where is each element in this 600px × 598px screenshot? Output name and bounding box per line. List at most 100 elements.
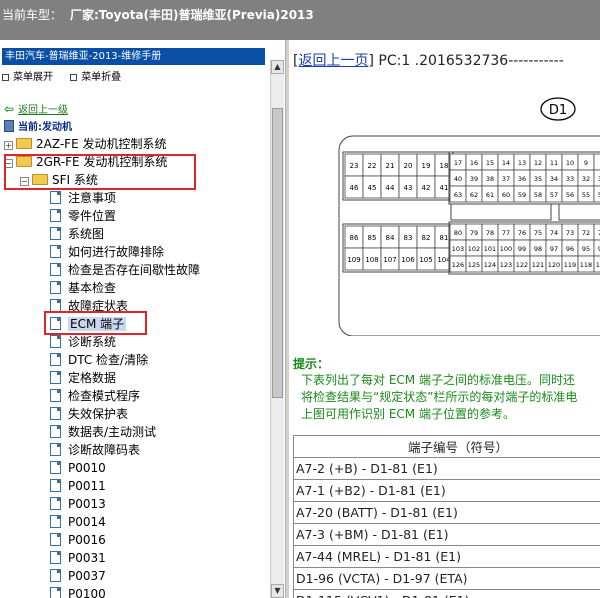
table-cell: A7-20 (BATT) - D1-81 (E1) — [293, 501, 600, 524]
document-icon — [50, 371, 61, 384]
tree-item[interactable]: 诊断系统 — [50, 333, 116, 351]
tree-item-label: 失效保护表 — [68, 407, 129, 421]
tree-item[interactable]: 数据表/主动测试 — [50, 423, 156, 441]
connector-label: D1 — [549, 103, 567, 118]
pin-number: 126 — [452, 261, 464, 269]
pin-number: 37 — [502, 175, 510, 183]
pin-number: 78 — [486, 229, 494, 237]
back-arrow-icon: ⇦ — [4, 102, 15, 116]
tree-item[interactable]: 检查模式程序 — [50, 387, 140, 405]
pin-number: 21 — [386, 162, 395, 170]
pin-number: 86 — [350, 234, 359, 242]
pin-number: 100 — [500, 245, 512, 253]
tree-item[interactable]: 基本检查 — [50, 279, 116, 297]
tree-item-label: 系统图 — [68, 227, 105, 241]
tip-line: 上图可用作识别 ECM 端子位置的参考。 — [301, 407, 515, 421]
document-icon — [50, 209, 61, 222]
tree-item[interactable]: P0031 — [50, 549, 106, 567]
page-header: [返回上一页] PC:1 .2016532736----------- — [293, 53, 564, 69]
tree-item-label: P0031 — [68, 551, 106, 565]
pin-number: 105 — [419, 256, 432, 264]
pin-number: 39 — [470, 175, 478, 183]
terminal-table: 端子编号（符号） A7-2 (+B) - D1-81 (E1) A7-1 (+B2… — [293, 435, 600, 598]
tree-item[interactable]: P0010 — [50, 459, 106, 477]
tip-title: 提示： — [293, 357, 330, 371]
table-cell: A7-44 (MREL) - D1-81 (E1) — [293, 545, 600, 568]
pin-number: 75 — [534, 229, 542, 237]
table-cell: D1-115 (VCV1) - D1-81 (E1) — [293, 589, 600, 598]
pin-number: 98 — [534, 245, 542, 253]
expand-all-button[interactable]: 菜单展开 — [2, 72, 53, 83]
tree-item[interactable]: P0014 — [50, 513, 106, 531]
tree-item-label: 检查模式程序 — [68, 389, 141, 403]
pin-number: 62 — [470, 191, 478, 199]
pin-number: 95 — [582, 245, 590, 253]
tree-item-label: P0011 — [68, 479, 106, 493]
tree-item[interactable]: 系统图 — [50, 225, 104, 243]
tree-item[interactable]: 定格数据 — [50, 369, 116, 387]
table-cell: D1-96 (VCTA) - D1-97 (ETA) — [293, 567, 600, 590]
tree-item[interactable]: P0037 — [50, 567, 106, 585]
tree-item[interactable]: 零件位置 — [50, 207, 116, 225]
pin-number: 118 — [580, 261, 592, 269]
pin-number: 42 — [422, 184, 431, 192]
document-icon — [50, 569, 61, 582]
top-bar: 当前车型： 厂家:Toyota(丰田)普瑞维亚(Previa)2013 — [0, 0, 600, 40]
left-scrollbar[interactable]: ▲ ▼ — [270, 60, 284, 598]
table-cell: A7-3 (+BM) - D1-81 (E1) — [293, 523, 600, 546]
tree-item[interactable]: 注意事项 — [50, 189, 116, 207]
pin-number: 84 — [386, 234, 395, 242]
tree-item[interactable]: DTC 检查/清除 — [50, 351, 148, 369]
back-page-link[interactable]: 返回上一页 — [298, 53, 368, 69]
document-icon — [50, 281, 61, 294]
manual-title: 丰田汽车-普瑞维亚-2013-维修手册 — [2, 48, 265, 65]
back-link[interactable]: ⇦ 返回上一级 — [4, 100, 68, 118]
table-row: A7-3 (+BM) - D1-81 (E1) — [293, 523, 600, 546]
pin-number: 59 — [518, 191, 526, 199]
tree-item[interactable]: 诊断故障码表 — [50, 441, 140, 459]
tip-line: 将检查结果与“规定状态”栏所示的每对端子的标准电 — [301, 390, 578, 404]
pin-number: 9 — [584, 159, 588, 167]
pin-number: 107 — [383, 256, 396, 264]
pin-number: 57 — [550, 191, 558, 199]
tree-item[interactable]: 失效保护表 — [50, 405, 128, 423]
pin-number: 19 — [422, 162, 431, 170]
pin-number: 117 — [596, 261, 600, 269]
pin-number: 121 — [532, 261, 544, 269]
pin-number: 106 — [401, 256, 415, 264]
collapse-all-button[interactable]: 菜单折叠 — [70, 72, 121, 83]
document-icon — [50, 335, 61, 348]
tree-node-2az[interactable]: +2AZ-FE 发动机控制系统 — [4, 135, 166, 153]
content-panel: [返回上一页] PC:1 .2016532736----------- D1 2… — [289, 40, 600, 598]
tree-item[interactable]: P0100 — [50, 585, 106, 598]
scroll-down-icon[interactable]: ▼ — [271, 584, 284, 598]
connector-key — [558, 203, 600, 221]
pin-number: 14 — [502, 159, 510, 167]
collapse-icon — [70, 74, 78, 81]
pin-number: 33 — [566, 175, 574, 183]
expand-plus-icon[interactable]: + — [4, 141, 13, 150]
pin-number: 18 — [440, 162, 449, 170]
tree-item-label: P0013 — [68, 497, 106, 511]
scroll-up-icon[interactable]: ▲ — [271, 60, 284, 74]
tree-item[interactable]: 如何进行故障排除 — [50, 243, 164, 261]
pin-number: 34 — [550, 175, 558, 183]
tree-item[interactable]: P0013 — [50, 495, 106, 513]
document-icon — [50, 191, 61, 204]
pin-number: 120 — [548, 261, 560, 269]
document-icon — [50, 479, 61, 492]
menu-controls: 菜单展开 菜单折叠 — [2, 68, 135, 83]
table-row: A7-1 (+B2) - D1-81 (E1) — [293, 479, 600, 502]
tree-item[interactable]: 检查是否存在间歇性故障 — [50, 261, 200, 279]
pin-number: 22 — [368, 162, 377, 170]
table-row: A7-44 (MREL) - D1-81 (E1) — [293, 545, 600, 568]
pin-number: 96 — [566, 245, 574, 253]
tree-item[interactable]: P0011 — [50, 477, 106, 495]
scroll-thumb[interactable] — [272, 108, 283, 398]
document-icon — [50, 425, 61, 438]
document-icon — [50, 227, 61, 240]
document-icon — [50, 551, 61, 564]
tree-item[interactable]: P0016 — [50, 531, 106, 549]
document-icon — [50, 587, 61, 598]
computer-icon — [4, 120, 14, 132]
